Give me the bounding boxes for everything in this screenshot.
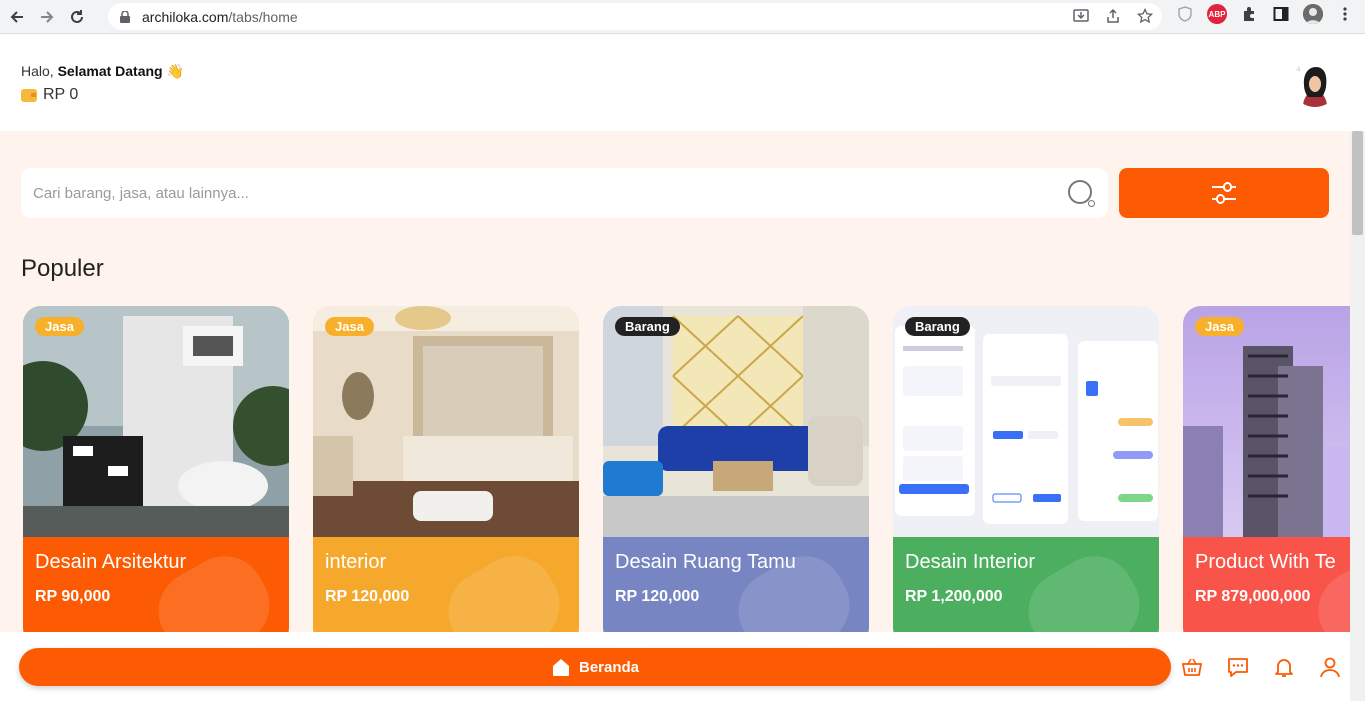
section-title-populer: Populer — [21, 255, 104, 282]
card-body: interior RP 120,000 — [313, 537, 579, 646]
user-avatar[interactable] — [1291, 59, 1339, 107]
browser-menu-icon[interactable] — [1335, 4, 1355, 24]
basket-icon[interactable] — [1180, 655, 1204, 679]
product-card[interactable]: Jasa Product With Te RP 879,000,000 — [1183, 306, 1350, 646]
user-icon[interactable] — [1318, 655, 1342, 679]
back-icon[interactable] — [4, 4, 30, 30]
card-price: RP 1,200,000 — [905, 588, 1003, 605]
card-body: Product With Te RP 879,000,000 — [1183, 537, 1350, 646]
card-title: Desain Interior — [905, 551, 1036, 573]
nav-home-label: Beranda — [578, 658, 640, 676]
card-tag: Barang — [615, 317, 680, 336]
product-card[interactable]: Barang Desain Ruang Tamu RP 120,000 — [603, 306, 869, 646]
card-price: RP 879,000,000 — [1195, 588, 1311, 605]
nav-home-button[interactable]: Beranda — [19, 648, 1171, 686]
card-image: Jasa — [1183, 306, 1350, 537]
page-scrollbar[interactable] — [1350, 131, 1365, 701]
card-image: Barang — [603, 306, 869, 537]
product-card[interactable]: Jasa interior RP 120,000 — [313, 306, 579, 646]
share-icon[interactable] — [1104, 7, 1122, 25]
card-title: Desain Ruang Tamu — [615, 551, 796, 573]
lock-icon — [120, 10, 130, 23]
install-icon[interactable] — [1072, 7, 1090, 25]
product-card[interactable]: Jasa Desain Arsitektur RP 90,000 — [23, 306, 289, 646]
shield-extension-icon[interactable] — [1175, 4, 1195, 24]
home-content: Populer Jasa — [0, 131, 1350, 701]
home-icon — [552, 659, 569, 676]
card-footer-chip — [1099, 640, 1125, 646]
balance-value: RP 0 — [43, 86, 79, 103]
card-footer-chip — [809, 640, 835, 646]
wallet-balance[interactable]: RP 0 — [21, 86, 78, 104]
card-body: Desain Interior RP 1,200,000 — [893, 537, 1159, 646]
card-footer-chip — [909, 640, 935, 646]
adblock-icon[interactable]: ABP — [1207, 4, 1227, 24]
search-input[interactable] — [33, 184, 1033, 202]
card-image: Jasa — [23, 306, 289, 537]
card-image: Barang — [893, 306, 1159, 537]
card-footer-chip — [329, 640, 355, 646]
forward-icon[interactable] — [34, 4, 60, 30]
card-tag: Jasa — [325, 317, 374, 336]
bottom-navigation: Beranda — [0, 632, 1350, 701]
card-footer-chip — [229, 640, 255, 646]
scrollbar-thumb[interactable] — [1352, 131, 1363, 235]
card-footer-chip — [39, 640, 65, 646]
card-body: Desain Ruang Tamu RP 120,000 — [603, 537, 869, 646]
chat-icon[interactable] — [1226, 655, 1250, 679]
url-text: archiloka.com/tabs/home — [142, 8, 298, 25]
card-tag: Jasa — [1195, 317, 1244, 336]
popular-cards-row: Jasa Desain Arsitektur RP 90,000 Jasa in… — [23, 306, 1350, 646]
browser-profile-avatar[interactable] — [1303, 4, 1323, 24]
wallet-icon — [21, 88, 37, 102]
greeting-text: Halo, Selamat Datang 👋 — [21, 63, 184, 79]
card-title: Desain Arsitektur — [35, 551, 187, 573]
card-footer-chip — [1199, 640, 1225, 646]
card-footer-chip — [519, 640, 545, 646]
card-image: Jasa — [313, 306, 579, 537]
reload-icon[interactable] — [64, 4, 90, 30]
card-footer-chip — [619, 640, 645, 646]
extensions-puzzle-icon[interactable] — [1239, 4, 1259, 24]
address-bar[interactable]: archiloka.com/tabs/home — [108, 3, 1162, 30]
card-price: RP 90,000 — [35, 588, 111, 605]
product-card[interactable]: Barang Desain Interior RP 1,200,000 — [893, 306, 1159, 646]
card-price: RP 120,000 — [615, 588, 700, 605]
browser-toolbar: archiloka.com/tabs/home ABP — [0, 0, 1365, 34]
app-header: Halo, Selamat Datang 👋 RP 0 — [0, 35, 1365, 131]
bell-icon[interactable] — [1272, 655, 1296, 679]
card-body: Desain Arsitektur RP 90,000 — [23, 537, 289, 646]
bookmark-star-icon[interactable] — [1136, 7, 1154, 25]
search-bar — [21, 168, 1108, 218]
card-tag: Barang — [905, 317, 970, 336]
card-tag: Jasa — [35, 317, 84, 336]
card-title: interior — [325, 551, 387, 573]
card-title: Product With Te — [1195, 551, 1336, 573]
side-panel-icon[interactable] — [1271, 4, 1291, 24]
card-price: RP 120,000 — [325, 588, 410, 605]
filter-button[interactable] — [1119, 168, 1329, 218]
search-icon[interactable] — [1068, 180, 1095, 207]
sliders-icon — [1212, 182, 1236, 204]
